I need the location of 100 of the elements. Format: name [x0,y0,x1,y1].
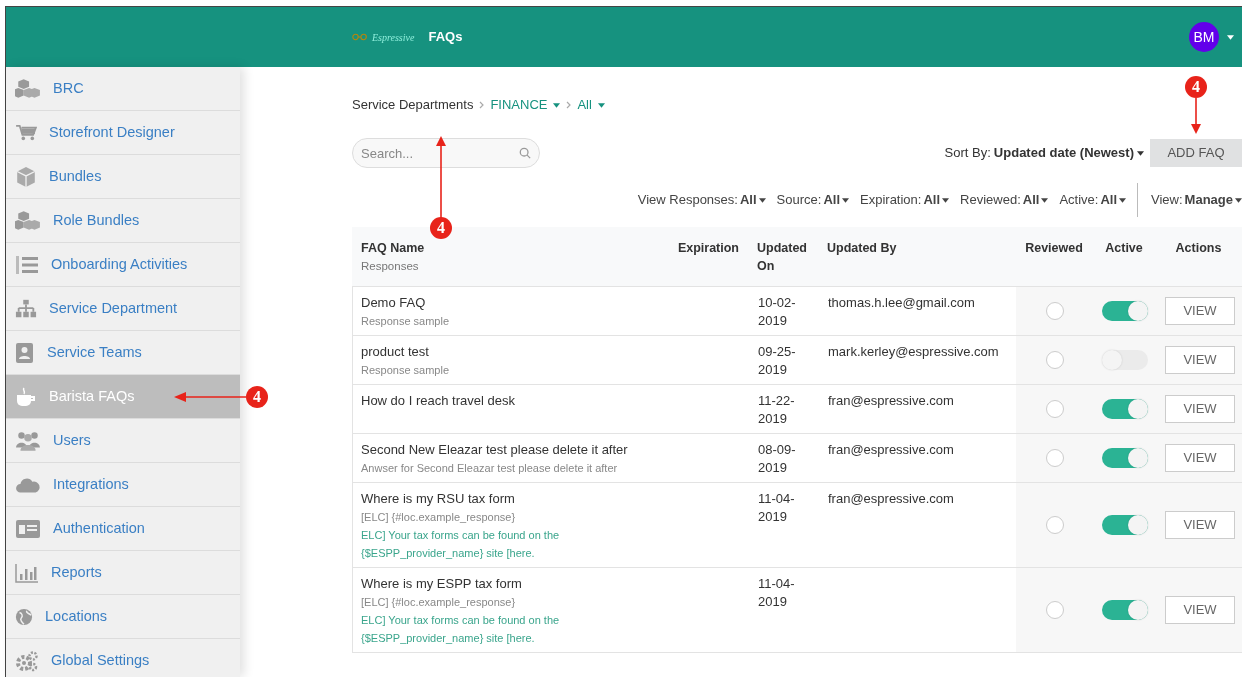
callout-badge: 4 [1185,76,1207,98]
sidebar-item[interactable]: Authentication [6,507,240,551]
column-header[interactable]: Active [1102,239,1146,257]
filter-dropdown[interactable]: Expiration:All [860,190,950,210]
user-avatar[interactable]: BM [1189,22,1219,52]
reviewed-radio[interactable] [1046,601,1064,619]
view-button[interactable]: VIEW [1165,297,1235,325]
column-header[interactable]: Expiration [677,239,739,257]
page-title: FAQs [428,28,463,47]
response-text: Anwser for Second Eleazar test please delete it after [361,461,619,476]
caret-icon [1227,34,1234,40]
bar-chart-icon [15,562,39,583]
table-cell-text: 10-02- 2019 [758,294,797,330]
cart-icon [15,123,37,142]
cube-icon [15,165,37,188]
caret-icon [1041,197,1049,203]
table-cell-text: fran@espressive.com [828,490,955,508]
filter-dropdown[interactable]: Source:All [776,190,849,210]
numbered-list-icon [15,253,39,276]
active-toggle[interactable] [1102,600,1148,620]
globe-icon [15,607,33,626]
filter-dropdown[interactable]: View Responses:All [637,190,766,210]
chevron-icon [566,101,572,109]
caret-icon [758,197,766,203]
response-text: [ELC] {#loc.example_response} [361,595,517,610]
caret-icon [842,197,849,203]
table-cell-text: fran@espressive.com [828,441,955,459]
table-cell-text: 11-04- 2019 [758,575,796,611]
callout-arrow [1191,98,1201,134]
response-text: [ELC] {#loc.example_response} [361,510,517,525]
cubes-icon [15,209,41,232]
search-icon [519,147,531,159]
sidebar-item[interactable]: Role Bundles [6,199,240,243]
chevron-icon [479,101,485,109]
view-button[interactable]: VIEW [1165,596,1235,624]
view-button[interactable]: VIEW [1165,444,1235,472]
reviewed-radio[interactable] [1046,449,1064,467]
reviewed-radio[interactable] [1046,351,1064,369]
column-header[interactable]: Updated By [827,239,1006,257]
reviewed-radio[interactable] [1046,400,1064,418]
sidebar-item[interactable]: Onboarding Activities [6,243,240,287]
org-chart-icon [15,298,37,319]
active-toggle[interactable] [1102,301,1148,321]
column-header[interactable]: Updated On [757,239,807,275]
search-field[interactable]: Search... [352,138,540,168]
logo-text: Espressive [372,30,415,45]
response-text: Response sample [361,314,451,329]
sidebar-item[interactable]: Bundles [6,155,240,199]
caret-icon [1137,150,1144,156]
sidebar-item[interactable]: BRC [6,67,240,111]
faq-name: Second New Eleazar test please delete it after [361,441,629,459]
active-toggle[interactable] [1102,448,1148,468]
active-toggle[interactable] [1102,399,1148,419]
active-toggle[interactable] [1102,515,1148,535]
faq-name: product test [361,343,430,361]
breadcrumb-link[interactable]: Service Departments [352,95,474,115]
table-cell-text: fran@espressive.com [828,392,955,410]
column-subheader: Responses [361,259,420,274]
table-cell-text: 11-22- 2019 [758,392,796,428]
sidebar-item[interactable]: Integrations [6,463,240,507]
add-faq-button[interactable]: ADD FAQ [1150,139,1242,167]
sidebar-item[interactable]: Locations [6,595,240,639]
users-icon [15,429,41,452]
faq-name: Demo FAQ [361,294,427,312]
sidebar-item[interactable]: Storefront Designer [6,111,240,155]
table-cell-text: 08-09- 2019 [758,441,797,477]
response-text: ELC] Your tax forms can be found on the {$ESPP_provider_name} site [here. [361,613,561,646]
filter-dropdown[interactable]: Active:All [1059,190,1127,210]
view-button[interactable]: VIEW [1165,395,1235,423]
view-button[interactable]: VIEW [1165,511,1235,539]
sidebar-item[interactable]: Users [6,419,240,463]
faq-name: Where is my RSU tax form [361,490,516,508]
coffee-cup-icon [15,386,37,407]
caret-icon [942,197,950,203]
response-text: ELC] Your tax forms can be found on the {$ESPP_provider_name} site [here. [361,528,561,561]
response-text: Response sample [361,363,451,378]
column-header[interactable]: FAQ Name [361,239,659,257]
sidebar-item[interactable]: Global Settings [6,639,240,677]
cubes-icon [15,77,41,100]
view-button[interactable]: VIEW [1165,346,1235,374]
caret-icon [1119,197,1127,203]
sort-dropdown[interactable]: Sort By: Updated date (Newest) [944,143,1144,163]
reviewed-radio[interactable] [1046,516,1064,534]
callout-badge: 4 [430,217,452,239]
sidebar-item[interactable]: Reports [6,551,240,595]
filter-dropdown[interactable]: Reviewed:All [960,190,1049,210]
faq-name: How do I reach travel desk [361,392,516,410]
reviewed-radio[interactable] [1046,302,1064,320]
breadcrumb-link[interactable]: FINANCE [490,95,548,115]
callout-badge: 4 [246,386,268,408]
table-cell-text: mark.kerley@espressive.com [828,343,1000,361]
faq-name: Where is my ESPP tax form [361,575,523,593]
breadcrumb-link[interactable]: All [577,95,592,115]
glasses-icon [351,33,369,41]
column-header[interactable]: Actions [1164,239,1233,257]
sidebar-item[interactable]: Service Department [6,287,240,331]
column-header[interactable]: Reviewed [1024,239,1084,257]
filter-dropdown[interactable]: View:Manage [1151,190,1242,210]
id-card-icon [15,518,41,539]
contact-card-icon [15,341,35,364]
